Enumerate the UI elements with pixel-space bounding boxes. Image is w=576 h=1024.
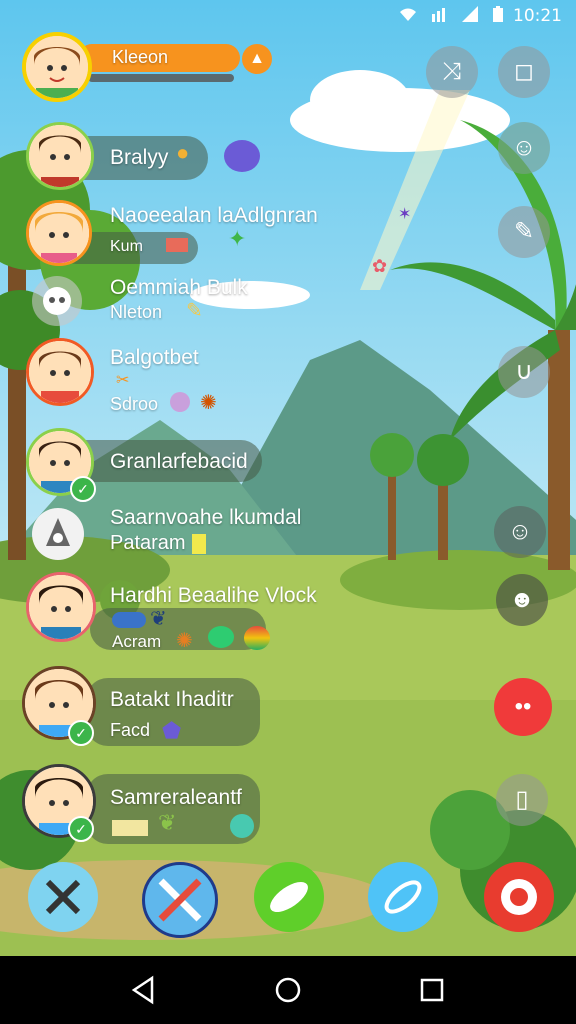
face-icon[interactable]: ☺ — [498, 122, 550, 174]
player-subtitle: Sdroo — [110, 394, 159, 414]
tool-icon: ✂ — [116, 372, 130, 389]
magnet-icon[interactable]: ∪ — [498, 346, 550, 398]
leaf-icon[interactable] — [254, 862, 324, 932]
tools-icon[interactable] — [142, 862, 218, 938]
verified-check-icon: ✓ — [70, 476, 96, 502]
system-nav-bar — [0, 956, 576, 1024]
trophy-icon: ● — [176, 140, 190, 165]
player-avatar — [26, 200, 92, 266]
player-subtitle: Facd — [110, 720, 151, 740]
leaf-icon: ❦ — [150, 608, 167, 630]
player-name: Kleeon — [112, 47, 169, 67]
scissors-icon[interactable] — [28, 862, 98, 932]
square-icon[interactable]: ▯ — [496, 774, 548, 826]
crab-icon: ✺ — [176, 630, 193, 652]
status-time: 10:21 — [513, 6, 562, 26]
signal-icon — [462, 6, 478, 22]
feather-icon[interactable] — [368, 862, 438, 932]
plant-icon: ✦ — [228, 226, 247, 251]
fire-icon[interactable]: ▲ — [242, 44, 272, 74]
plant-icon — [208, 626, 234, 648]
flower-icon: ✿ — [372, 256, 388, 276]
player-name: Batakt Ihaditr — [110, 688, 234, 711]
crab-icon: ✺ — [200, 392, 217, 414]
battery-icon — [493, 6, 503, 22]
player-name: Oemmiah Bulk — [110, 276, 248, 299]
player-subtitle: Pataram — [110, 532, 186, 554]
shield-icon: ⬟ — [162, 718, 182, 743]
player-name: Saarnvoahe lkumdal — [110, 506, 302, 529]
xp-bar — [88, 74, 234, 82]
player-avatar — [32, 276, 82, 326]
record-icon[interactable]: •• — [494, 678, 552, 736]
signal-icon — [432, 8, 445, 22]
player-avatar — [32, 508, 84, 560]
card-icon — [192, 534, 206, 554]
shuffle-icon[interactable]: ⤨ — [426, 46, 478, 98]
leaf-icon: ❦ — [158, 810, 177, 835]
player-name: Hardhi Beaalihe Vlock — [110, 584, 317, 607]
player-name: Granlarfebacid — [110, 450, 248, 473]
fish-icon — [112, 612, 146, 628]
wifi-icon — [400, 8, 416, 21]
recents-icon[interactable] — [416, 974, 448, 1006]
potion-icon — [230, 814, 254, 838]
verified-check-icon: ✓ — [68, 816, 94, 842]
tools-icon[interactable]: ✎ — [498, 206, 550, 258]
square-icon[interactable]: ◻ — [498, 46, 550, 98]
player-avatar[interactable] — [22, 32, 92, 102]
gear-icon[interactable] — [484, 862, 554, 932]
player-avatar — [26, 572, 96, 642]
player-subtitle: Acram — [112, 632, 162, 651]
player-avatar — [26, 338, 94, 406]
badge-icon — [166, 238, 188, 252]
player-avatar — [26, 122, 94, 190]
status-bar: 10:21 — [0, 0, 576, 30]
ball-icon — [244, 626, 270, 650]
player-name: Samreraleantf — [110, 786, 242, 809]
player-name: Balgotbet — [110, 346, 199, 369]
gem-icon — [170, 392, 190, 412]
back-icon[interactable] — [128, 974, 160, 1006]
ticket-icon — [112, 820, 148, 836]
verified-check-icon: ✓ — [68, 720, 94, 746]
home-icon[interactable] — [272, 974, 304, 1006]
face-icon[interactable]: ☺ — [494, 506, 546, 558]
bird-icon: ✶ — [398, 206, 412, 223]
pencil-icon: ✎ — [186, 300, 203, 322]
player-name: Naoeealan laAdlgnran — [110, 204, 318, 227]
smile-icon[interactable]: ☻ — [496, 574, 548, 626]
monster-icon — [224, 140, 260, 172]
player-subtitle: Kum — [110, 238, 143, 255]
player-name: Bralyy — [110, 146, 169, 169]
player-subtitle: Nleton — [110, 302, 163, 322]
